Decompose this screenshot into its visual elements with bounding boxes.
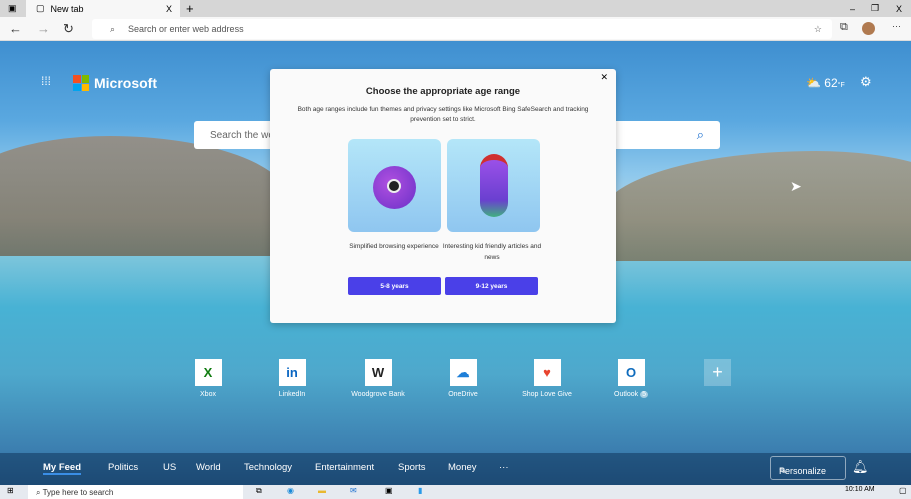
taskbar-search-input[interactable]: ⌕ Type here to search	[28, 485, 243, 499]
file-explorer-icon[interactable]: ▬	[318, 486, 326, 495]
personalize-label: Personalize	[779, 466, 827, 476]
clock[interactable]: 10:10 AM	[845, 486, 875, 493]
brand-name: Microsoft	[94, 75, 157, 91]
background-hill	[0, 136, 290, 256]
temperature: 62	[824, 76, 838, 90]
more-menu-button[interactable]: ···	[892, 21, 901, 31]
address-input[interactable]: ⌕ Search or enter web address ☆	[92, 19, 832, 39]
collections-icon[interactable]: ⧉	[840, 21, 848, 34]
feed-tab-politics[interactable]: Politics	[108, 462, 138, 473]
tile-linkedin[interactable]: in LinkedIn	[247, 359, 337, 398]
feed-tab-world[interactable]: World	[196, 462, 221, 473]
add-tile-button[interactable]: +	[704, 359, 731, 386]
forward-icon[interactable]: →	[37, 21, 50, 36]
age-9-12-button[interactable]: 9-12 years	[445, 277, 538, 295]
profile-avatar[interactable]	[862, 22, 875, 35]
character-headphones-icon	[480, 154, 508, 217]
maximize-button[interactable]: ❐	[871, 3, 879, 14]
back-icon[interactable]: ←	[9, 21, 22, 36]
microsoft-logo: Microsoft	[73, 75, 157, 91]
tile-onedrive[interactable]: ☁ OneDrive	[418, 359, 508, 398]
option-caption: Simplified browsing experience	[349, 243, 439, 250]
feed-tab-technology[interactable]: Technology	[244, 462, 292, 473]
tab-close-button[interactable]: X	[166, 4, 172, 14]
dialog-description: Both age ranges include fun themes and p…	[297, 106, 589, 123]
page-icon: ▢	[36, 3, 45, 13]
unread-badge: 5	[640, 391, 648, 398]
dialog-title: Choose the appropriate age range	[365, 86, 521, 97]
outlook-icon: O	[617, 359, 645, 386]
feed-tab-money[interactable]: Money	[448, 462, 477, 473]
heart-icon: ♥	[533, 359, 561, 386]
tab-strip: ▣ ▢ New tab X + – ❐ X	[0, 0, 911, 17]
tile-xbox[interactable]: X Xbox	[163, 359, 253, 398]
address-placeholder: Search or enter web address	[128, 24, 244, 34]
feed-tab-sports[interactable]: Sports	[398, 462, 425, 473]
notification-center-icon[interactable]: ▢	[899, 486, 907, 495]
close-window-button[interactable]: X	[896, 4, 902, 14]
tile-label: Shop Love Give	[522, 391, 572, 398]
taskbar: ⊞ ⌕ Type here to search ⧉ ◉ ▬ ✉ ▣ ▮ 10:1…	[0, 485, 911, 499]
tile-shop-love-give[interactable]: ♥ Shop Love Give	[502, 359, 592, 398]
tile-woodgrove-bank[interactable]: W Woodgrove Bank	[333, 359, 423, 398]
store-icon[interactable]: ▣	[385, 486, 393, 495]
tile-label: Outlook	[614, 391, 639, 398]
feed-tab-my-feed[interactable]: My Feed	[43, 462, 82, 475]
task-view-icon[interactable]: ⧉	[256, 486, 262, 496]
windows-start-icon[interactable]: ⊞	[7, 486, 14, 495]
feed-nav: My Feed Politics US World Technology Ent…	[0, 453, 911, 485]
option-caption: Interesting kid friendly articles and ne…	[442, 243, 542, 261]
refresh-icon[interactable]: ↻	[63, 21, 74, 37]
search-icon: ⌕	[110, 23, 116, 34]
address-bar-row: ← → ↻ ⌕ Search or enter web address ☆ ⧉ …	[0, 17, 911, 41]
woodgrove-bank-icon: W	[364, 359, 392, 386]
tab-title: New tab	[50, 3, 84, 14]
onedrive-icon: ☁	[449, 359, 477, 386]
taskbar-search-placeholder: Type here to search	[42, 488, 114, 497]
minimize-button[interactable]: –	[850, 4, 855, 14]
age-5-8-button[interactable]: 5-8 years	[348, 277, 441, 295]
age-5-8-illustration[interactable]	[348, 139, 441, 232]
new-tab-page: ⁞⁞⁞ Microsoft ⛅ 62°F ⚙ Search the web ⌕ …	[0, 41, 911, 485]
linkedin-icon: in	[278, 359, 306, 386]
tile-label: Woodgrove Bank	[351, 391, 405, 398]
age-9-12-illustration[interactable]	[447, 139, 540, 232]
phone-icon[interactable]: ▮	[418, 486, 422, 495]
edge-icon[interactable]: ◉	[287, 486, 294, 495]
tile-outlook[interactable]: O Outlook 5	[586, 359, 676, 398]
personalize-button[interactable]: ✎ Personalize	[770, 456, 846, 480]
feed-tab-us[interactable]: US	[163, 462, 176, 473]
mail-icon[interactable]: ✉	[350, 486, 357, 495]
settings-gear-icon[interactable]: ⚙	[860, 74, 872, 90]
close-dialog-button[interactable]: ✕	[600, 72, 608, 83]
xbox-icon: X	[194, 359, 222, 386]
character-round-icon	[373, 166, 416, 209]
app-launcher-icon[interactable]: ⁞⁞⁞	[41, 74, 51, 88]
mouse-cursor-icon: ➤	[790, 178, 802, 194]
background-hill	[600, 151, 911, 261]
tile-label: LinkedIn	[278, 391, 306, 398]
notifications-bell-icon[interactable]: 🔔︎	[852, 459, 869, 475]
weather-widget[interactable]: ⛅ 62°F	[806, 76, 845, 90]
tab-actions-icon[interactable]: ▣	[8, 3, 17, 14]
tile-label: Xbox	[200, 391, 216, 398]
tab-new-tab[interactable]: ▢ New tab X	[26, 0, 180, 17]
feed-tab-entertainment[interactable]: Entertainment	[315, 462, 374, 473]
favorite-icon[interactable]: ☆	[814, 24, 822, 35]
tile-label: OneDrive	[448, 391, 478, 398]
new-tab-button[interactable]: +	[186, 1, 194, 16]
search-icon[interactable]: ⌕	[697, 127, 704, 143]
age-range-dialog: ✕ Choose the appropriate age range Both …	[270, 69, 616, 323]
weather-icon: ⛅	[806, 76, 821, 90]
feed-more-button[interactable]: ···	[499, 462, 509, 473]
temp-unit: °F	[837, 82, 845, 89]
